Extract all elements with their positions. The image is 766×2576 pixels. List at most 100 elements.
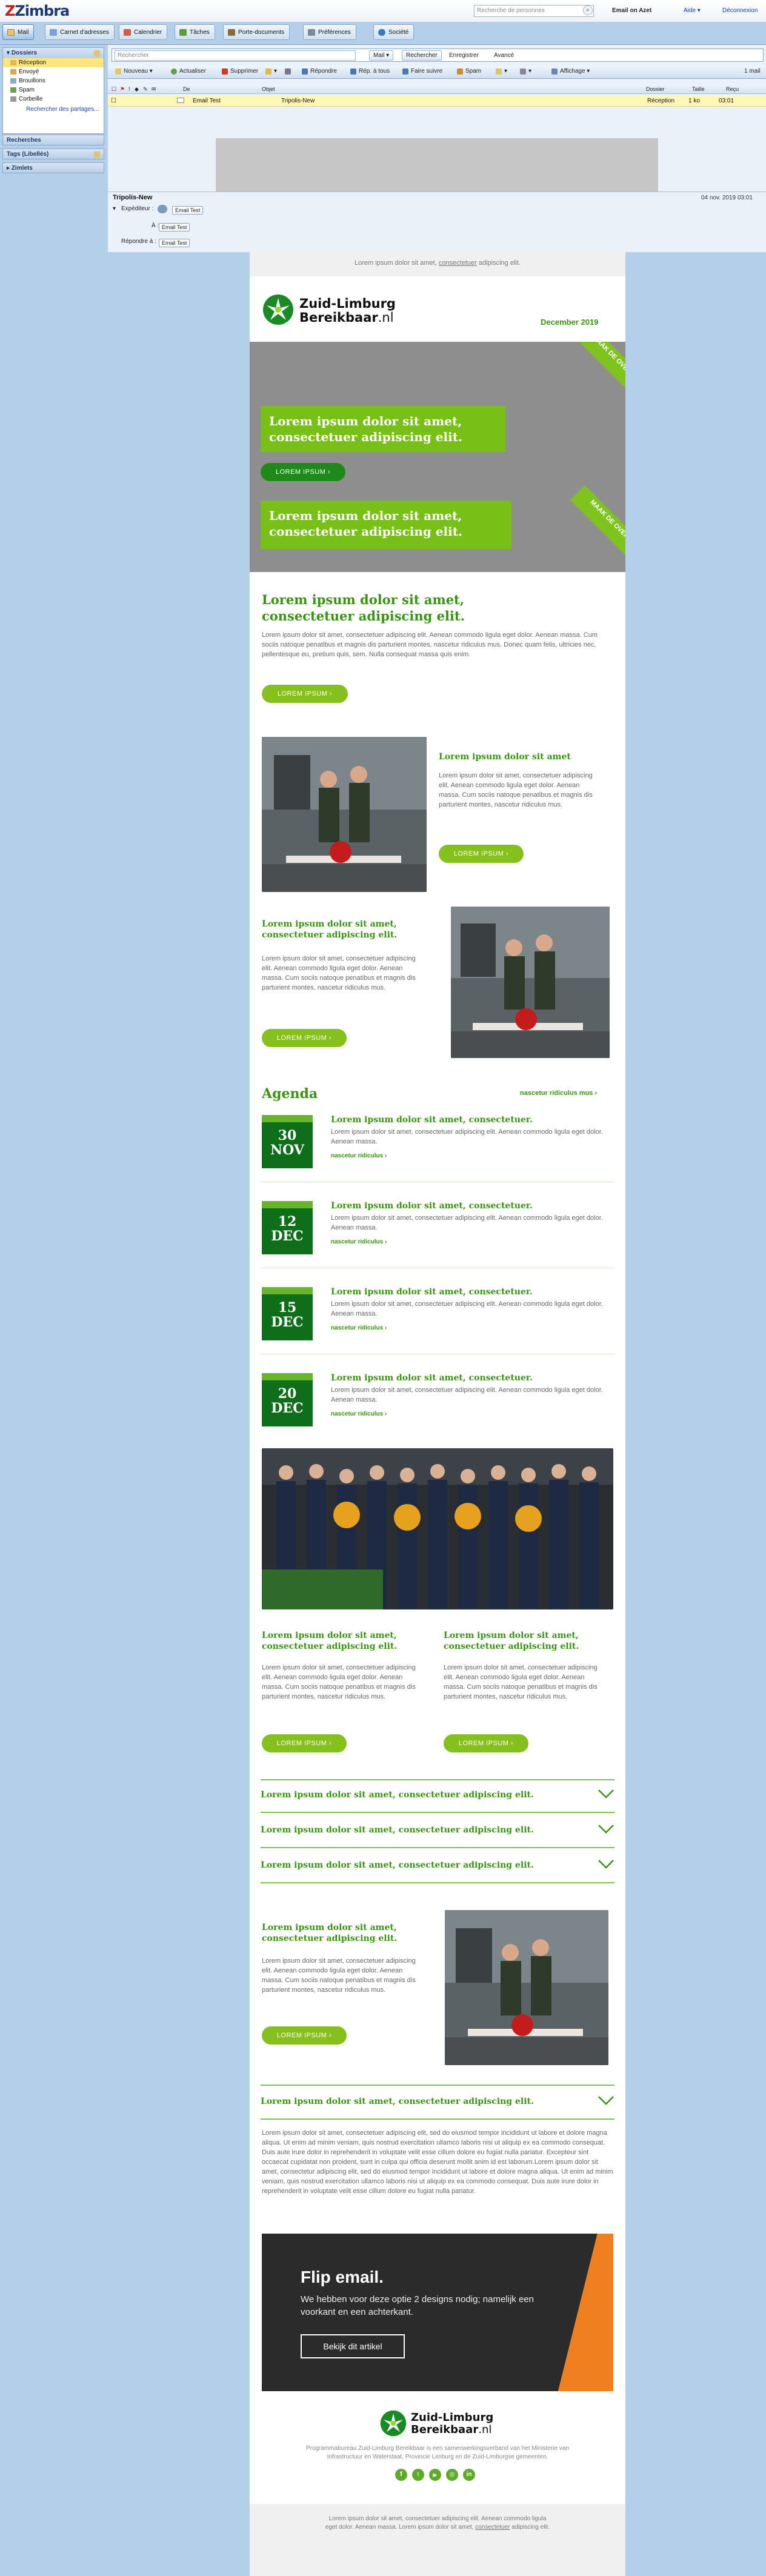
folder-drafts[interactable]: Brouillons	[3, 76, 104, 85]
column-size[interactable]: Taille	[692, 86, 705, 92]
issue-month: December 2019	[541, 318, 599, 327]
tab-mail[interactable]: Mail	[2, 24, 35, 40]
brand-logo-icon	[262, 293, 295, 326]
agenda-item-link[interactable]: nascetur ridiculus ›	[331, 1239, 387, 1245]
zimlets-header[interactable]: ▸ Zimlets	[2, 162, 104, 173]
preheader-link[interactable]: consectetuer	[439, 259, 477, 267]
accordion-item-3[interactable]: Lorem ipsum dolor sit amet, consectetuer…	[261, 1860, 614, 1870]
agenda-item-link[interactable]: nascetur ridiculus ›	[331, 1325, 387, 1331]
folder-spam[interactable]: Spam	[3, 85, 104, 95]
help-link[interactable]: Aide ▾	[684, 7, 701, 14]
tag-icon[interactable]	[94, 151, 100, 158]
help-label: Aide	[684, 7, 696, 14]
intro-button[interactable]: LOREM IPSUM ›	[262, 685, 348, 703]
folder-inbox[interactable]: Réception	[3, 58, 104, 67]
column-subject[interactable]: Objet	[262, 86, 275, 92]
gear-icon[interactable]	[94, 50, 100, 56]
agenda-item-link[interactable]: nascetur ridiculus ›	[331, 1411, 387, 1417]
hero-title: Lorem ipsum dolor sit amet, consectetuer…	[261, 406, 505, 452]
refresh-button[interactable]: Actualiser	[171, 68, 206, 75]
expand-headers-icon[interactable]: ▾	[113, 205, 116, 212]
reading-date: 04 nov. 2019 03:01	[701, 195, 753, 201]
preheader-text: Lorem ipsum dolor sit amet,	[355, 259, 439, 267]
agenda-item-link[interactable]: nascetur ridiculus ›	[331, 1153, 387, 1159]
article2-button-label: LOREM IPSUM	[276, 1034, 327, 1042]
flip-button[interactable]: Bekijk dit artikel	[301, 2334, 405, 2358]
forward-button[interactable]: Faire suivre	[402, 68, 442, 75]
select-all-checkbox[interactable]: ☐	[112, 86, 116, 93]
article3-button[interactable]: LOREM IPSUM ›	[262, 2026, 347, 2045]
article1-button[interactable]: LOREM IPSUM ›	[439, 845, 524, 863]
move-button[interactable]: ▾	[265, 68, 277, 75]
column1-button[interactable]: LOREM IPSUM ›	[262, 1734, 347, 1752]
reply-button[interactable]: Répondre	[302, 68, 337, 75]
tab-briefcase[interactable]: Porte-documents	[223, 24, 290, 40]
instagram-icon[interactable]: ◎	[446, 2469, 458, 2481]
search-toolbar: Rechercher Mail ▾ Rechercher Enregistrer…	[112, 48, 764, 62]
hero-button[interactable]: LOREM IPSUM ›	[261, 463, 345, 481]
footer-brand-tld: .nl	[478, 2423, 492, 2436]
reply-to-chip[interactable]: Email Test	[159, 239, 190, 247]
folder-sent[interactable]: Envoyé	[3, 67, 104, 76]
divider	[261, 1847, 614, 1848]
date-day: 20	[278, 1386, 297, 1402]
status-column-icon[interactable]: ✉	[152, 86, 156, 93]
tab-tasks[interactable]: Tâches	[175, 24, 215, 40]
priority-column-icon[interactable]: !	[128, 86, 130, 92]
message-row[interactable]: ☐ Email Test Tripolis-New Réception 1 ko…	[108, 96, 766, 107]
attachment-column-icon[interactable]: ✎	[143, 86, 148, 93]
tab-address-book[interactable]: Carnet d'adresses	[45, 24, 115, 40]
accordion-item-open[interactable]: Lorem ipsum dolor sit amet, consectetuer…	[261, 2096, 614, 2106]
view-button[interactable]: Affichage ▾	[551, 68, 590, 75]
zimbra-logo[interactable]: ZZimbra	[5, 2, 70, 19]
tag-column-icon[interactable]: ◆	[135, 86, 139, 93]
tag-icon	[496, 68, 502, 75]
column-received[interactable]: Reçu	[726, 86, 739, 92]
tab-calendar[interactable]: Calendrier	[119, 24, 168, 40]
youtube-icon[interactable]: ▶	[429, 2469, 441, 2481]
search-shared-link[interactable]: Rechercher des partages...	[3, 104, 104, 113]
row-checkbox[interactable]: ☐	[111, 98, 116, 104]
accordion-item-1[interactable]: Lorem ipsum dolor sit amet, consectetuer…	[261, 1789, 614, 1800]
delete-button[interactable]: Supprimer	[222, 68, 258, 75]
new-button[interactable]: Nouveau ▾	[115, 68, 153, 75]
tab-company[interactable]: Société	[373, 24, 415, 40]
facebook-icon[interactable]: f	[395, 2469, 407, 2481]
tab-preferences[interactable]: Préférences	[303, 24, 356, 40]
agenda-item-body: Lorem ipsum dolor sit amet, consectetuer…	[331, 1386, 603, 1403]
mail-type-select[interactable]: Mail ▾	[369, 50, 394, 61]
mail-select-label: Mail	[373, 52, 385, 59]
accordion-title: Lorem ipsum dolor sit amet, consectetuer…	[261, 1860, 534, 1870]
tag-button[interactable]: ▾	[496, 68, 507, 75]
logout-link[interactable]: Déconnexion	[722, 7, 758, 14]
from-chip[interactable]: Email Test	[172, 206, 204, 215]
column-from[interactable]: De	[183, 86, 190, 92]
bottom-link[interactable]: consectetuer	[475, 2524, 510, 2531]
agenda-more-link[interactable]: nascetur ridiculus mus ›	[520, 1090, 597, 1097]
column-folder[interactable]: Dossier	[646, 86, 665, 92]
search-input[interactable]: Rechercher	[115, 50, 356, 61]
tasks-icon	[179, 29, 187, 36]
to-chip[interactable]: Email Test	[159, 223, 190, 231]
action-label: Spam	[465, 68, 482, 75]
tags-header[interactable]: Tags (Libellés)	[2, 148, 104, 159]
flag-column-icon[interactable]: ⚑	[120, 86, 125, 93]
article2-button[interactable]: LOREM IPSUM ›	[262, 1029, 347, 1047]
search-icon[interactable]: ⌕	[583, 5, 593, 15]
people-search-input[interactable]: Recherche de personnes	[474, 5, 594, 17]
tab-label: Calendrier	[134, 29, 162, 36]
column2-button-label: LOREM IPSUM	[458, 1740, 509, 1747]
accordion-item-2[interactable]: Lorem ipsum dolor sit amet, consectetuer…	[261, 1825, 614, 1835]
searches-header[interactable]: Recherches	[2, 135, 104, 145]
advanced-search-link[interactable]: Avancé	[494, 52, 514, 59]
save-search-link[interactable]: Enregistrer	[449, 52, 479, 59]
reply-all-button[interactable]: Rép. à tous	[350, 68, 390, 75]
more-button[interactable]: ▾	[520, 68, 531, 75]
spam-button[interactable]: Spam	[457, 68, 481, 75]
search-button[interactable]: Rechercher	[402, 50, 442, 61]
linkedin-icon[interactable]: in	[463, 2469, 475, 2481]
column2-button[interactable]: LOREM IPSUM ›	[444, 1734, 528, 1752]
folders-header[interactable]: ▾ Dossiers	[3, 48, 104, 58]
twitter-icon[interactable]: t	[412, 2469, 424, 2481]
folder-trash[interactable]: Corbeille	[3, 95, 104, 104]
